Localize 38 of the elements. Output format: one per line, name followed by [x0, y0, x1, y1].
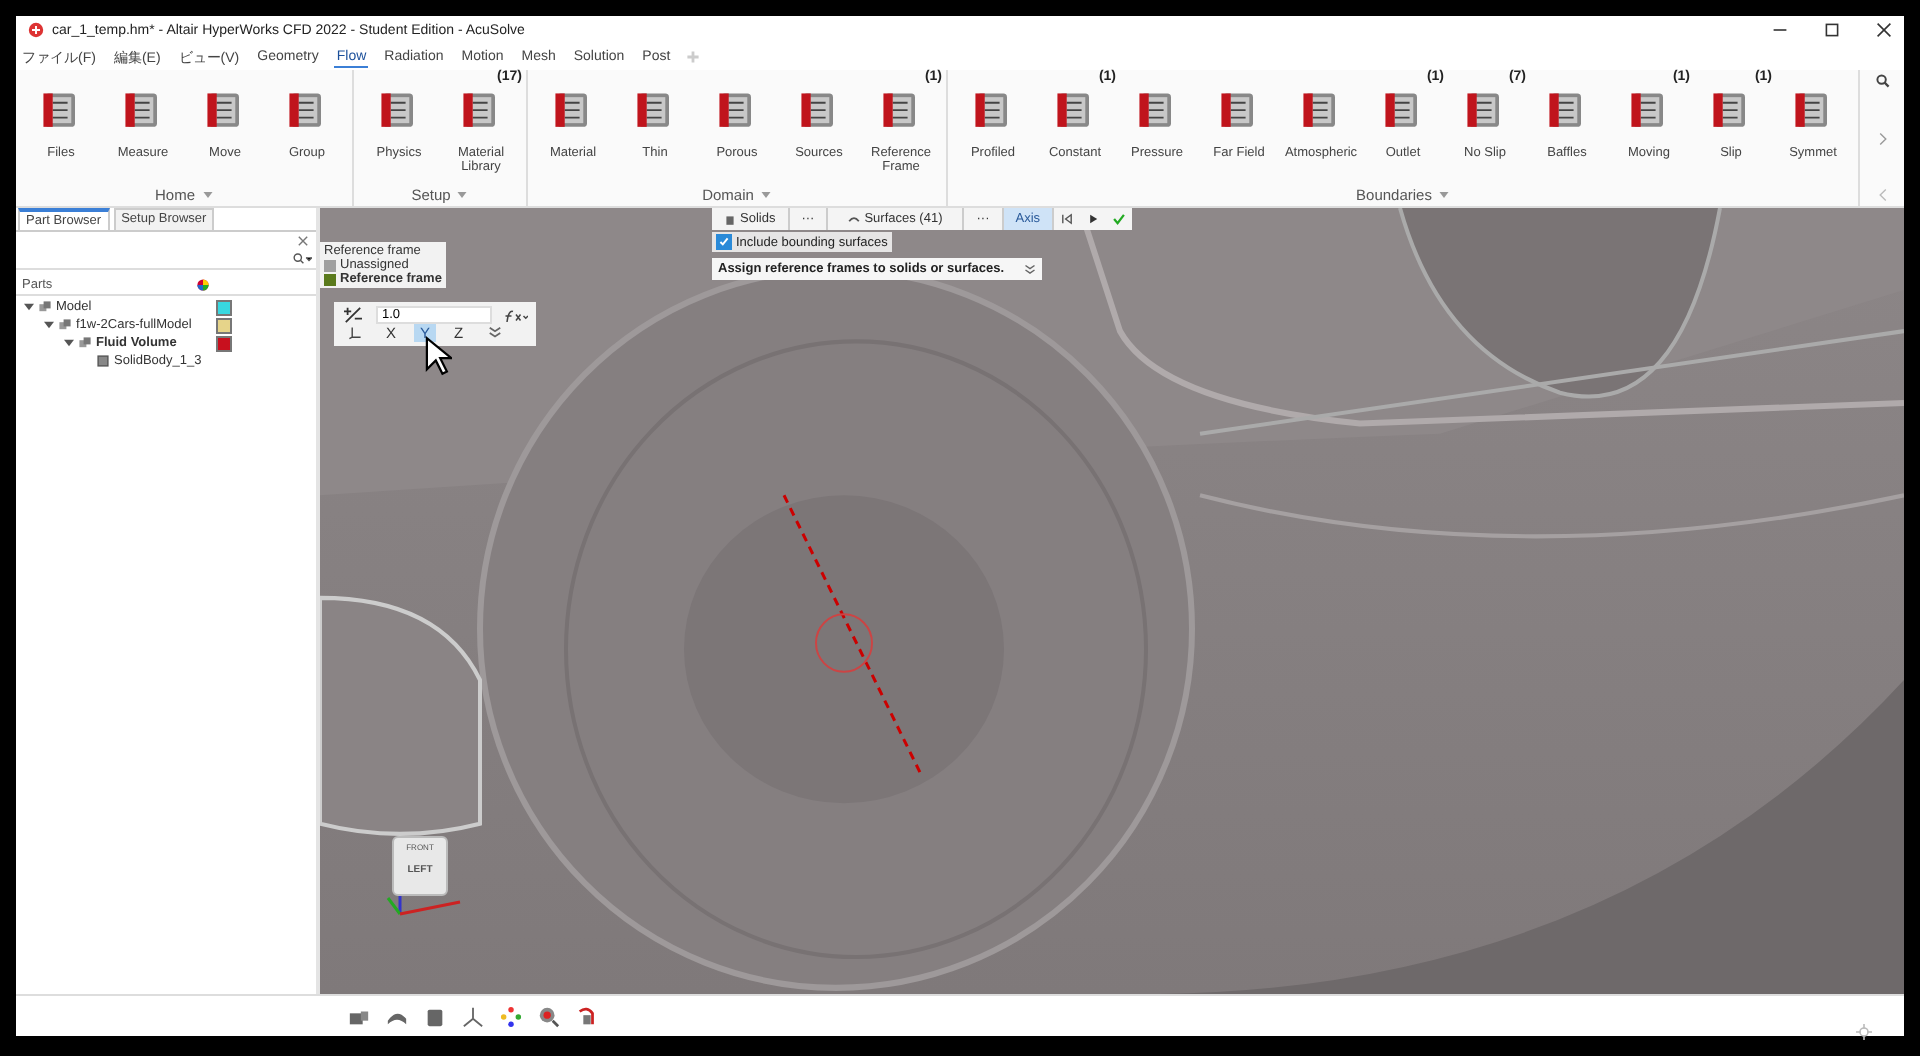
reset-icon[interactable]: [1060, 212, 1075, 226]
scroll-right-icon[interactable]: [1875, 131, 1889, 145]
mouse-pointer-icon: [424, 336, 452, 376]
dropdown-caret-icon[interactable]: [456, 190, 469, 200]
color-swatch[interactable]: [216, 335, 232, 351]
search-field[interactable]: [16, 250, 316, 270]
solid-body-icon: [96, 354, 110, 368]
surface-icon: [848, 213, 861, 225]
double-caret-icon[interactable]: [1024, 263, 1037, 275]
checkmark-icon[interactable]: [1112, 212, 1127, 226]
dropdown-caret-icon[interactable]: [1437, 190, 1450, 200]
search-icon[interactable]: [292, 252, 312, 266]
dropdown-caret-icon[interactable]: [759, 190, 772, 200]
expand-arrow-icon[interactable]: [44, 320, 54, 330]
zoom-icon[interactable]: [538, 1005, 560, 1027]
color-swatch[interactable]: [216, 299, 232, 315]
local-axis-icon[interactable]: [348, 326, 362, 340]
solid-icon: [724, 213, 736, 225]
cube-icon[interactable]: [424, 1005, 446, 1027]
expand-arrow-icon[interactable]: [24, 302, 34, 312]
axis-triad-icon: [384, 894, 464, 918]
close-icon[interactable]: [1876, 22, 1892, 38]
checkbox[interactable]: [716, 234, 732, 250]
app-logo-icon: [28, 22, 44, 38]
function-icon[interactable]: [504, 307, 528, 323]
color-wheel-icon[interactable]: [196, 278, 211, 292]
maximize-icon[interactable]: [1824, 22, 1840, 38]
plus-minus-icon: [342, 306, 364, 324]
color-ring-icon[interactable]: [500, 1005, 522, 1027]
crosshair-icon[interactable]: [1856, 1024, 1872, 1040]
axes-icon[interactable]: [462, 1005, 484, 1027]
double-caret-icon[interactable]: [487, 326, 502, 340]
expand-arrow-icon[interactable]: [64, 338, 74, 348]
rotate-icon[interactable]: [576, 1005, 598, 1027]
play-icon[interactable]: [1086, 212, 1101, 226]
dropdown-caret-icon[interactable]: [201, 190, 213, 200]
color-swatch[interactable]: [216, 317, 232, 333]
search-icon[interactable]: [1875, 74, 1889, 88]
